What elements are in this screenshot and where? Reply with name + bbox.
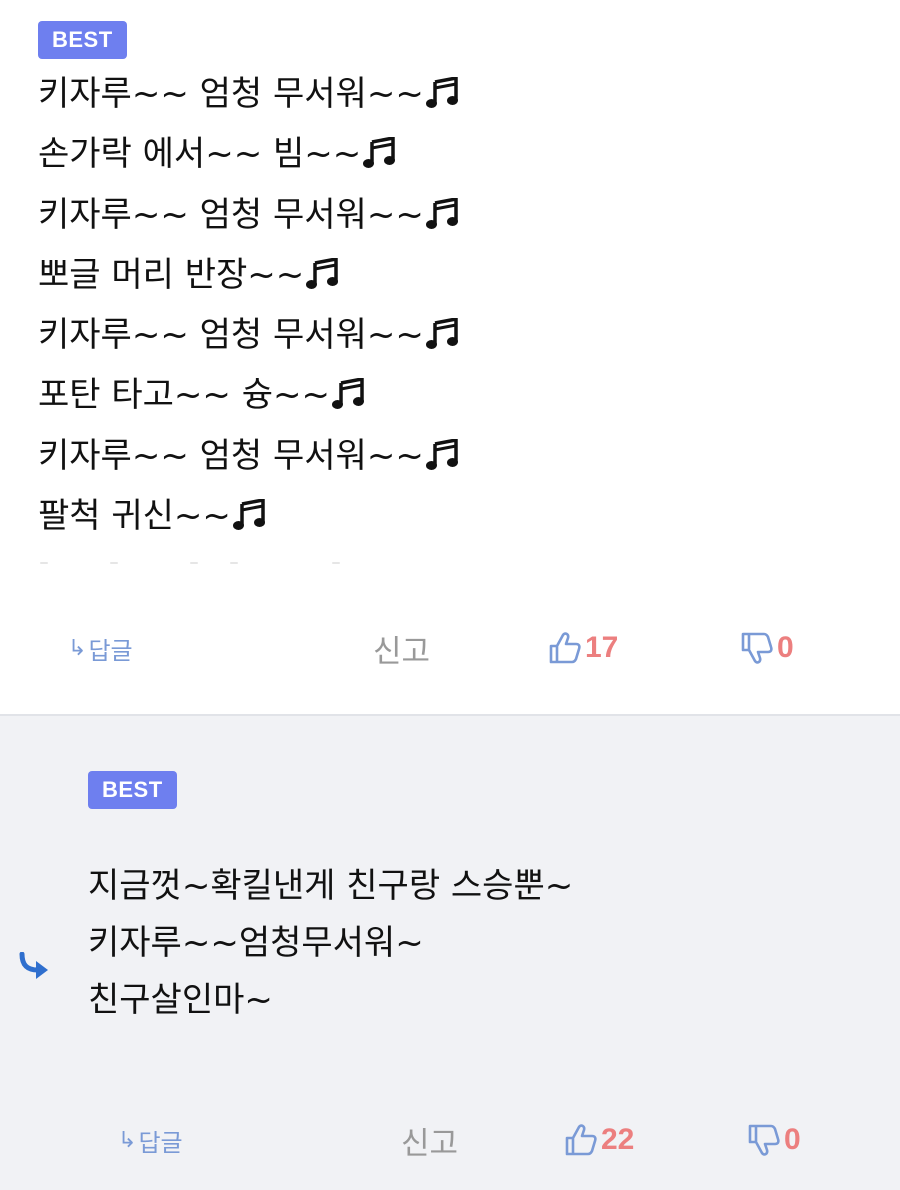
best-comment: BEST 키자루~~ 엄청 무서워~~ 손가락 에서~~ 빔~~ 키자루~~ 엄… <box>0 0 900 716</box>
music-note-icon <box>363 137 396 169</box>
comment-line: 포탄 타고~~ 슝~~ <box>38 365 460 425</box>
faded-text-remnant <box>40 562 340 566</box>
comment-line: 지금껏~확킬낸게 친구랑 스승뿐~ <box>88 866 574 906</box>
comment-line: 키자루~~ 엄청 무서워~~ <box>38 305 460 365</box>
comment-line: 키자루~~ 엄청 무서워~~ <box>38 426 460 486</box>
comment-line: 뽀글 머리 반장~~ <box>38 245 460 305</box>
dislike-button[interactable]: 0 <box>748 1120 801 1160</box>
music-note-icon <box>425 318 458 350</box>
dislike-count: 0 <box>784 1123 801 1156</box>
comment-line: 키자루~~엄청무서워~ <box>88 923 424 963</box>
comment-line: 친구살인마~ <box>88 980 273 1020</box>
music-note-icon <box>306 257 339 289</box>
comment-line: 손가락 에서~~ 빔~~ <box>38 124 460 184</box>
comment-line: 키자루~~ 엄청 무서워~~ <box>38 64 460 124</box>
reply-mini-arrow-icon: ↳ <box>68 635 87 661</box>
report-button[interactable]: 신고 <box>401 1118 458 1162</box>
comment-line: 팔척 귀신~~ <box>38 486 460 546</box>
thumbs-down-icon <box>741 632 773 664</box>
like-button[interactable]: 22 <box>565 1120 634 1160</box>
comment-body: 키자루~~ 엄청 무서워~~ 손가락 에서~~ 빔~~ 키자루~~ 엄청 무서워… <box>38 64 460 546</box>
comment-line: 키자루~~ 엄청 무서워~~ <box>38 185 460 245</box>
like-button[interactable]: 17 <box>549 628 618 668</box>
report-button[interactable]: 신고 <box>373 626 430 670</box>
best-badge: BEST <box>38 21 127 59</box>
best-badge: BEST <box>88 771 177 809</box>
thumbs-down-icon <box>748 1124 780 1156</box>
reply-button[interactable]: ↳ 답글 <box>118 1122 183 1158</box>
best-reply-comment: BEST 지금껏~확킬낸게 친구랑 스승뿐~ 키자루~~엄청무서워~ 친구살인마… <box>0 716 900 1190</box>
comment-body: 지금껏~확킬낸게 친구랑 스승뿐~ 키자루~~엄청무서워~ 친구살인마~ <box>88 858 573 1029</box>
music-note-icon <box>425 197 458 229</box>
music-note-icon <box>425 77 458 108</box>
dislike-button[interactable]: 0 <box>741 628 794 668</box>
like-count: 22 <box>601 1123 635 1156</box>
reply-arrow-icon <box>19 952 48 979</box>
music-note-icon <box>425 438 458 470</box>
music-note-icon <box>331 378 364 410</box>
reply-button[interactable]: ↳ 답글 <box>68 630 133 666</box>
reply-mini-arrow-icon: ↳ <box>118 1127 137 1153</box>
thumbs-up-icon <box>549 632 581 664</box>
music-note-icon <box>232 499 265 531</box>
thumbs-up-icon <box>565 1124 597 1156</box>
like-count: 17 <box>585 631 619 664</box>
dislike-count: 0 <box>777 631 794 664</box>
